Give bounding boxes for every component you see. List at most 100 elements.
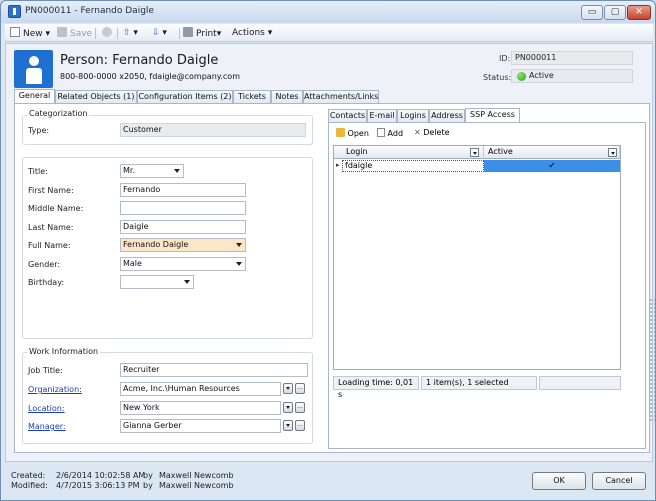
chevron-down-icon: ▾: [264, 28, 273, 38]
tab-attachments-links[interactable]: Attachments/Links: [303, 90, 379, 104]
active-column-label: Active: [488, 147, 513, 156]
ok-button[interactable]: OK: [532, 472, 586, 490]
birthday-date-picker[interactable]: [120, 275, 194, 289]
resize-grip[interactable]: [649, 298, 655, 422]
chevron-down-icon: ▾: [130, 28, 138, 38]
chevron-down-icon: ▾: [216, 29, 222, 39]
close-button[interactable]: ✕: [627, 5, 651, 20]
title-value: Mr.: [123, 166, 135, 175]
middle-name-field[interactable]: [120, 201, 246, 215]
location-browse-button[interactable]: ...: [295, 402, 305, 413]
page-title: Person: Fernando Daigle: [60, 53, 219, 68]
birthday-label: Birthday:: [28, 278, 65, 287]
login-cell[interactable]: fdaigle: [342, 160, 484, 172]
manager-field[interactable]: Gianna Gerber: [120, 419, 281, 433]
open-button[interactable]: Open: [336, 128, 369, 138]
tab-tickets[interactable]: Tickets: [233, 90, 271, 104]
organization-dropdown-button[interactable]: [283, 383, 293, 394]
login-column-label: Login: [346, 147, 368, 156]
actions-button[interactable]: Actions ▾: [232, 27, 272, 40]
minimize-button[interactable]: ▭: [581, 5, 603, 20]
work-information-group-label: Work Information: [27, 347, 101, 356]
arrow-up-icon: ⇧: [123, 28, 131, 38]
gender-select[interactable]: Male: [120, 257, 246, 271]
window-title: PN000011 - Fernando Daigle: [25, 6, 154, 16]
title-select[interactable]: Mr.: [120, 164, 184, 178]
tab-email[interactable]: E-mail: [367, 109, 397, 123]
created-date: 2/6/2014 10:02:58 AM: [56, 471, 146, 480]
tab-general[interactable]: General: [14, 89, 55, 104]
item-count: 1 item(s), 1 selected: [421, 376, 537, 390]
created-label: Created:: [11, 471, 46, 480]
record-icon-button[interactable]: [102, 27, 115, 40]
person-avatar-icon: [14, 50, 53, 88]
new-button[interactable]: New ▾: [10, 27, 50, 40]
previous-button[interactable]: ⇧ ▾: [123, 27, 138, 40]
arrow-down-icon: ⇩: [152, 28, 160, 38]
table-row[interactable]: ▸ fdaigle ✔: [334, 160, 620, 172]
next-button[interactable]: ⇩ ▾: [152, 27, 167, 40]
tab-address[interactable]: Address: [429, 109, 465, 123]
organization-field[interactable]: Acme, Inc.\Human Resources: [120, 382, 281, 396]
tab-related-objects[interactable]: Related Objects (1): [55, 90, 137, 104]
tab-ssp-access[interactable]: SSP Access: [465, 108, 520, 123]
chevron-down-icon: ▾: [42, 29, 51, 39]
full-name-select[interactable]: Fernando Daigle: [120, 238, 246, 252]
title-label: Title:: [28, 167, 48, 176]
created-by: Maxwell Newcomb: [159, 471, 234, 480]
save-button[interactable]: Save: [57, 27, 92, 40]
title-bar: PN000011 - Fernando Daigle ▭ ▢ ✕: [1, 1, 655, 23]
middle-name-label: Middle Name:: [28, 204, 84, 213]
person-window: PN000011 - Fernando Daigle ▭ ▢ ✕ New ▾ S…: [0, 0, 656, 501]
ssp-access-page: Open Add ✕ Delete Login Active ▸ fdaigle…: [328, 122, 646, 449]
column-header-login[interactable]: Login: [334, 146, 484, 159]
status-value: Active: [529, 71, 554, 80]
manager-dropdown-button[interactable]: [283, 420, 293, 431]
toolbar-separator: [117, 28, 118, 39]
manager-link[interactable]: Manager:: [28, 422, 66, 431]
job-title-field[interactable]: Recruiter: [120, 363, 308, 377]
status-field: Active: [511, 69, 633, 83]
maximize-button[interactable]: ▢: [604, 5, 626, 20]
cancel-button[interactable]: Cancel: [592, 472, 646, 490]
manager-browse-button[interactable]: ...: [295, 420, 305, 431]
add-label: Add: [387, 129, 404, 138]
first-name-label: First Name:: [28, 186, 74, 195]
chevron-down-icon: [174, 169, 180, 173]
filter-dropdown-icon[interactable]: [608, 148, 617, 157]
location-dropdown-button[interactable]: [283, 402, 293, 413]
grid-status-bar: Loading time: 0,01 s 1 item(s), 1 select…: [333, 376, 623, 399]
gender-value: Male: [123, 259, 142, 268]
save-icon: [57, 27, 67, 37]
column-header-active[interactable]: Active: [484, 146, 620, 159]
main-toolbar: New ▾ Save ⇧ ▾ ⇩ ▾ Print▾ Actions ▾: [5, 24, 653, 42]
location-link[interactable]: Location:: [28, 404, 65, 413]
person-contact-line: 800-800-0000 x2050, fdaigle@company.com: [60, 72, 240, 81]
tab-notes[interactable]: Notes: [271, 90, 303, 104]
delete-label: Delete: [423, 128, 450, 137]
filter-dropdown-icon[interactable]: [470, 148, 479, 157]
modified-label: Modified:: [11, 481, 48, 490]
id-field: PN000011: [511, 51, 633, 65]
organization-browse-button[interactable]: ...: [295, 383, 305, 394]
type-label: Type:: [28, 126, 50, 135]
delete-button[interactable]: ✕ Delete: [414, 128, 450, 137]
tab-logins[interactable]: Logins: [397, 109, 429, 123]
grid-header: Login Active: [334, 146, 620, 159]
tab-configuration-items[interactable]: Configuration Items (2): [137, 90, 233, 104]
add-button[interactable]: Add: [377, 128, 403, 138]
gender-label: Gender:: [28, 260, 61, 269]
organization-link[interactable]: Organization:: [28, 385, 82, 394]
modified-by-label: by: [143, 481, 153, 490]
location-field[interactable]: New York: [120, 401, 281, 415]
active-checkmark-icon[interactable]: ✔: [484, 160, 620, 172]
chevron-down-icon: [184, 280, 190, 284]
status-label: Status:: [483, 73, 512, 82]
first-name-field[interactable]: Fernando: [120, 183, 246, 197]
tab-contacts[interactable]: Contacts: [328, 109, 367, 123]
last-name-field[interactable]: Daigle: [120, 220, 246, 234]
print-button[interactable]: Print▾: [183, 27, 221, 40]
form-content: Person: Fernando Daigle 800-800-0000 x20…: [5, 43, 655, 462]
save-label: Save: [70, 29, 93, 39]
open-folder-icon: [336, 128, 345, 137]
